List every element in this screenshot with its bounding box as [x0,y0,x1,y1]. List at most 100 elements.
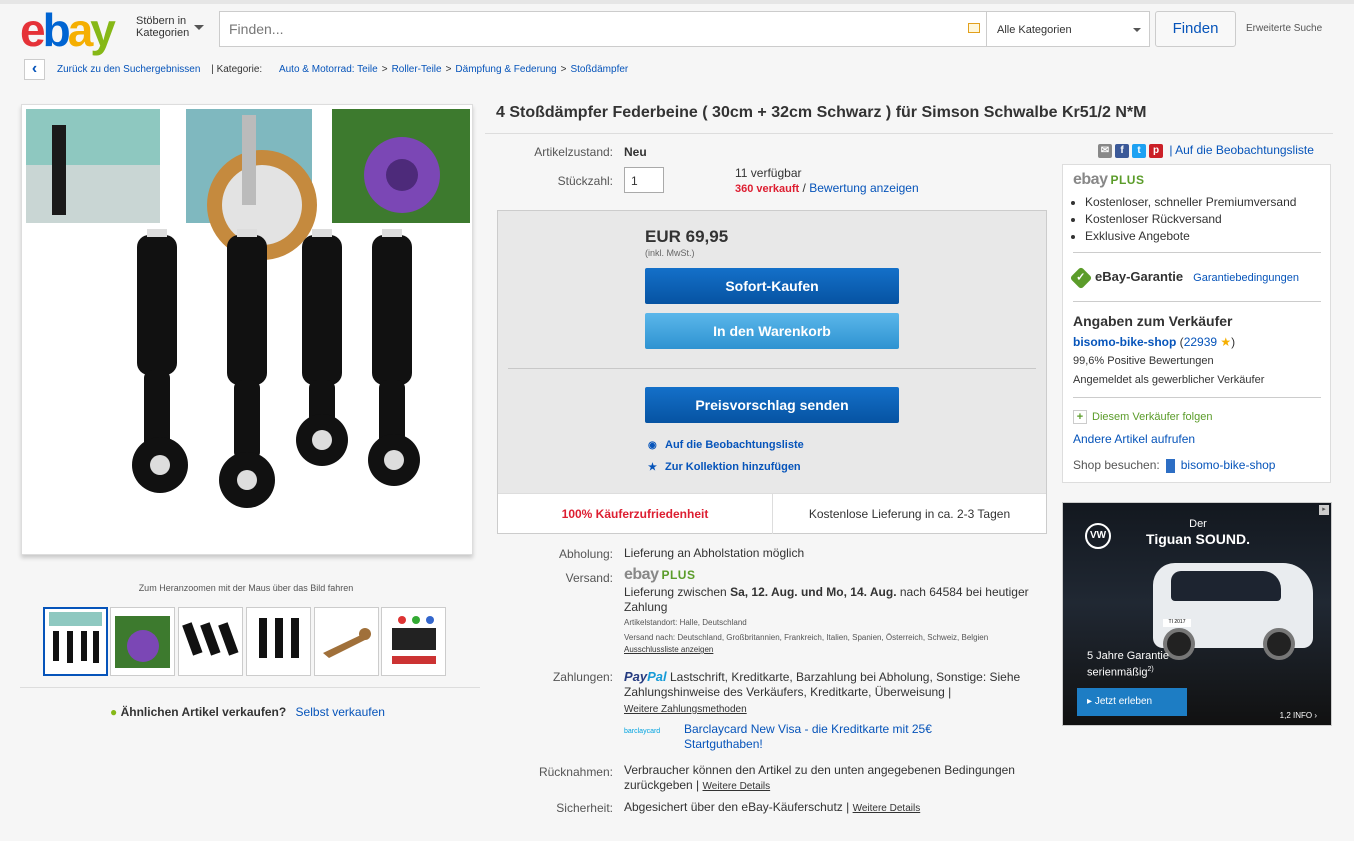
breadcrumb-separator: > [445,64,452,75]
security-label: Sicherheit: [556,801,613,815]
watchlist-link[interactable]: ◉ Auf die Beobachtungsliste [648,439,804,451]
ebay-logo[interactable]: ebay [20,7,116,53]
payment-details: PayPal Lastschrift, Kreditkarte, Barzahl… [624,669,1021,715]
search-input[interactable] [220,12,960,46]
email-icon[interactable]: ✉ [1098,143,1112,158]
buy-now-button[interactable]: Sofort-Kaufen [645,268,899,304]
divider [1073,301,1321,302]
returns-details-link[interactable]: Weitere Details [703,781,771,792]
follow-seller-link[interactable]: + Diesem Verkäufer folgen [1073,410,1212,424]
sell-yourself-link[interactable]: Selbst verkaufen [296,705,385,719]
thumbnail[interactable] [110,607,175,676]
thumbnail[interactable] [246,607,311,676]
thumbnail[interactable] [43,607,108,676]
breadcrumb-item[interactable]: Roller-Teile [392,64,442,75]
divider [20,687,480,688]
returns-value: Verbraucher können den Artikel zu den un… [624,763,1015,792]
play-icon: ▸ [1087,696,1093,707]
advertisement[interactable]: ▸ VW Der Tiguan SOUND. TI 2017 5 Jahre G… [1062,502,1332,726]
back-to-results-link[interactable]: Zurück zu den Suchergebnissen [57,64,200,75]
list-item: Kostenloser, schneller Premiumversand [1085,194,1296,211]
breadcrumb-separator: > [560,64,567,75]
exclusion-list-link[interactable]: Ausschlussliste anzeigen [624,645,713,654]
quantity-input[interactable]: 1 [624,167,664,193]
positive-feedback: 99,6% Positive Bewertungen [1073,355,1214,367]
category-select[interactable]: Alle Kategorien [986,11,1150,47]
visit-shop: Shop besuchen: bisomo-bike-shop [1073,458,1276,473]
business-seller-note: Angemeldet als gewerblicher Verkäufer [1073,374,1265,386]
sell-similar: ● Ähnlichen Artikel verkaufen? Selbst ve… [110,705,385,719]
eye-icon: ◉ [648,440,657,451]
plus-benefits: Kostenloser, schneller Premiumversand Ko… [1085,194,1296,245]
breadcrumb-item[interactable]: Stoßdämpfer [570,64,628,75]
facebook-icon[interactable]: f [1115,143,1129,158]
security-details-link[interactable]: Weitere Details [853,803,921,814]
guarantee-terms-link[interactable]: Garantiebedingungen [1193,272,1299,284]
ad-title: Tiguan SOUND. [1146,531,1250,547]
seller-heading: Angaben zum Verkäufer [1073,313,1233,329]
zoom-hint: Zum Heranzoomen mit der Maus über das Bi… [138,583,354,593]
divider [1073,252,1321,253]
review-link[interactable]: Bewertung anzeigen [809,181,918,195]
paypal-logo: PayPal [624,669,667,684]
car-wheel [1263,628,1295,660]
divider [508,368,1036,369]
browse-categories-button[interactable]: Stöbern in Kategorien [136,15,189,39]
category-label: | Kategorie: [211,64,263,75]
item-location: Artikelstandort: Halle, Deutschland [624,618,747,627]
chevron-down-icon [1133,28,1141,32]
share-row: ✉ f t p | Auf die Beobachtungsliste [1098,143,1314,158]
feedback-score-link[interactable]: 22939 [1184,335,1217,349]
breadcrumb: Zurück zu den Suchergebnissen | Kategori… [57,64,628,75]
make-offer-button[interactable]: Preisvorschlag senden [645,387,899,423]
add-to-cart-button[interactable]: In den Warenkorb [645,313,899,349]
advanced-search-link[interactable]: Erweiterte Suche [1246,23,1322,34]
buyer-satisfaction: 100% Käuferzufriedenheit [498,494,773,534]
ad-info-link[interactable]: 1,2 INFO › [1280,711,1317,720]
breadcrumb-item[interactable]: Auto & Motorrad: Teile [279,64,378,75]
barclaycard-logo: barclaycard [624,728,661,735]
price: EUR 69,95 [645,227,729,246]
barclaycard-offer: barclaycard Barclaycard New Visa - die K… [624,722,1034,751]
ad-close-icon[interactable]: ▸ [1319,505,1329,515]
seller-name-link[interactable]: bisomo-bike-shop [1073,335,1176,349]
add-to-watchlist-link[interactable]: | Auf die Beobachtungsliste [1169,143,1314,157]
twitter-icon[interactable]: t [1132,143,1146,158]
buy-box: EUR 69,95 (inkl. MwSt.) Sofort-Kaufen In… [497,210,1047,534]
ad-cta-button[interactable]: ▸ Jetzt erleben [1077,688,1187,716]
find-button[interactable]: Finden [1155,11,1236,47]
security-value: Abgesichert über den eBay-Käuferschutz |… [624,800,921,814]
star-icon: ★ [648,462,657,473]
sell-similar-question: Ähnlichen Artikel verkaufen? [120,705,287,719]
ad-guarantee: 5 Jahre Garantie serienmäßig2) [1087,650,1169,679]
car-window [1171,571,1281,601]
breadcrumb-separator: > [381,64,388,75]
back-arrow-icon[interactable]: ‹ [24,59,45,80]
thumbnail[interactable] [314,607,379,676]
ships-to: Versand nach: Deutschland, Großbritannie… [624,633,989,642]
shop-icon [1165,458,1175,473]
other-items-link[interactable]: Andere Artikel aufrufen [1073,432,1195,446]
thumbnail[interactable] [381,607,446,676]
payment-label: Zahlungen: [552,670,613,684]
plus-icon: + [1073,410,1087,424]
main-product-image[interactable] [21,104,473,555]
thumbnail[interactable] [178,607,243,676]
pinterest-icon[interactable]: p [1149,143,1163,158]
chevron-down-icon [194,25,204,30]
breadcrumb-item[interactable]: Dämpfung & Federung [455,64,556,75]
checkmark-icon: ✓ [1069,266,1093,290]
seller-panel: ebayPLUS Kostenloser, schneller Premiumv… [1062,164,1331,483]
sold-count: 360 verkauft [735,183,800,195]
ad-pretitle: Der [1189,518,1207,530]
barclaycard-link[interactable]: Barclaycard New Visa - die Kreditkarte m… [684,722,954,752]
shipping-details: ebay PLUS Lieferung zwischen Sa, 12. Aug.… [624,567,1034,656]
more-payment-methods-link[interactable]: Weitere Zahlungsmethoden [624,704,747,715]
shop-link[interactable]: bisomo-bike-shop [1181,458,1276,472]
keyboard-icon[interactable] [968,23,980,33]
star-icon: ★ [1220,335,1232,349]
search-box [219,11,987,47]
collection-link[interactable]: ★ Zur Kollektion hinzufügen [648,461,801,473]
lightbulb-icon: ● [110,705,118,719]
list-item: Exklusive Angebote [1085,228,1296,245]
